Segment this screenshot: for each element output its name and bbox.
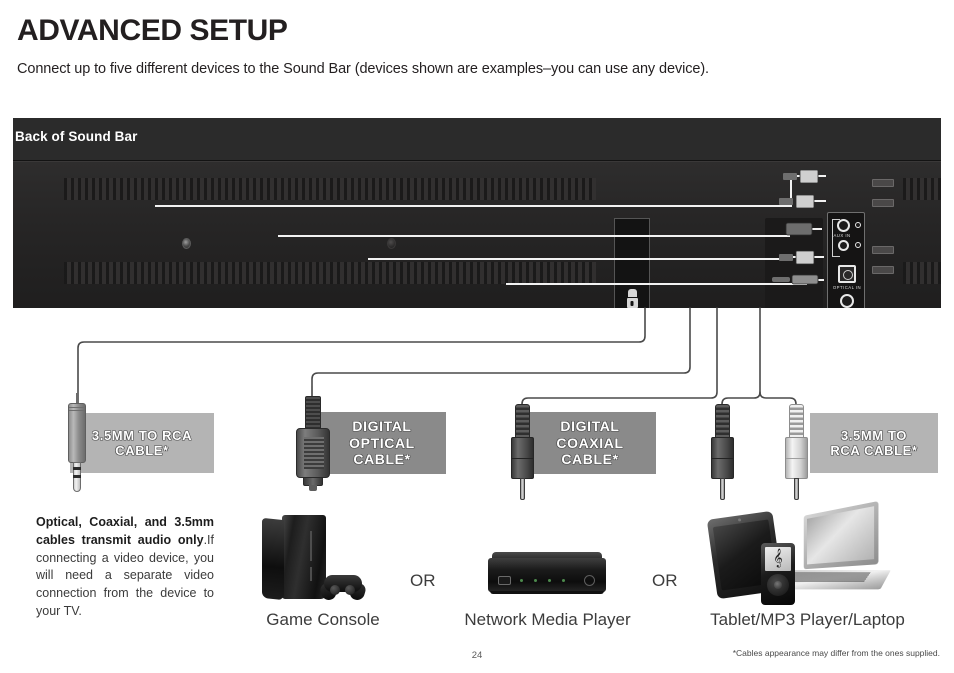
vent-grille-bottom-right bbox=[903, 262, 941, 284]
jack-optical-in bbox=[838, 265, 856, 283]
panel-header-bar: Back of Sound Bar bbox=[13, 118, 941, 161]
plug-toslink-optical bbox=[296, 386, 332, 494]
back-of-sound-bar-panel: Back of Sound Bar AC IN bbox=[13, 118, 941, 308]
cable-label-35mm-rca-right: 3.5MM TO RCA CABLE* bbox=[810, 413, 938, 473]
jack-aux-in-right-small bbox=[855, 242, 861, 248]
mp3-player-icon: 𝄞 bbox=[761, 543, 795, 605]
power-plug-icon bbox=[626, 289, 638, 308]
chip-line: CABLE* bbox=[353, 451, 411, 468]
vent-tab-1 bbox=[872, 179, 894, 187]
label-optical-in: OPTICAL IN bbox=[832, 285, 862, 290]
plug-35mm-trs-left bbox=[68, 393, 90, 495]
cable-label-digital-coaxial: DIGITAL COAXIAL CABLE* bbox=[524, 412, 656, 474]
plug-rca-right-light bbox=[785, 404, 809, 500]
page-intro-text: Connect up to five different devices to … bbox=[17, 61, 709, 77]
vent-tab-2 bbox=[872, 199, 894, 207]
jack-aux-in-left-small bbox=[855, 222, 861, 228]
vent-grille-top-left bbox=[64, 178, 596, 200]
sound-bar-body: AC IN AUX IN OPTICAL IN DIGITAL IN AUX I… bbox=[13, 161, 941, 308]
vent-grille-bottom-left bbox=[64, 262, 596, 284]
or-separator-1: OR bbox=[410, 571, 436, 590]
screw-icon-left bbox=[182, 238, 191, 249]
plug-rca-right-dark bbox=[711, 404, 735, 500]
chip-line: 3.5MM TO RCA bbox=[91, 427, 193, 443]
device-image-network-media-player bbox=[488, 552, 608, 598]
cables-footnote: *Cables appearance may differ from the o… bbox=[732, 648, 940, 658]
ac-in-recess: AC IN bbox=[614, 218, 650, 308]
cable-label-35mm-rca-left: 3.5MM TO RCA CABLE* bbox=[70, 413, 214, 473]
jack-digital-in bbox=[840, 294, 854, 308]
jack-aux-in-left bbox=[837, 219, 850, 232]
chip-line: DIGITAL bbox=[560, 418, 620, 435]
audio-only-note: Optical, Coaxial, and 3.5mm cables trans… bbox=[36, 514, 214, 621]
vent-grille-top-right bbox=[903, 178, 941, 200]
laptop-icon bbox=[803, 501, 879, 570]
chip-line: CABLE* bbox=[115, 443, 169, 458]
device-image-tablet-mp3-laptop: 𝄞 bbox=[706, 501, 892, 607]
chip-line: RCA CABLE* bbox=[830, 443, 918, 458]
chip-line: DIGITAL bbox=[352, 418, 412, 435]
connector-jack-plate: AUX IN OPTICAL IN DIGITAL IN AUX IN bbox=[827, 212, 865, 308]
device-caption-game-console: Game Console bbox=[266, 610, 380, 629]
panel-header-label: Back of Sound Bar bbox=[15, 129, 138, 144]
vent-tab-4 bbox=[872, 266, 894, 274]
cable-label-digital-optical: DIGITAL OPTICAL CABLE* bbox=[318, 412, 446, 474]
page-title: ADVANCED SETUP bbox=[17, 14, 288, 47]
device-caption-tablet-mp3-laptop: Tablet/MP3 Player/Laptop bbox=[710, 610, 905, 629]
device-caption-network-media-player: Network Media Player bbox=[464, 610, 631, 629]
chip-line: 3.5MM TO bbox=[841, 427, 907, 443]
vent-tab-3 bbox=[872, 246, 894, 254]
chip-line: COAXIAL bbox=[556, 434, 624, 451]
audio-only-note-bold: Optical, Coaxial, and 3.5mm cables trans… bbox=[36, 515, 214, 547]
label-aux-in: AUX IN bbox=[833, 233, 851, 238]
chip-line: CABLE* bbox=[561, 451, 619, 468]
or-separator-2: OR bbox=[652, 571, 678, 590]
chip-line: OPTICAL bbox=[349, 434, 415, 451]
device-image-game-console bbox=[262, 515, 382, 605]
connector-recess bbox=[765, 218, 823, 308]
plug-rca-coaxial bbox=[511, 404, 535, 500]
screw-icon-right bbox=[387, 238, 396, 249]
jack-aux-in-right bbox=[838, 240, 849, 251]
gamepad-icon bbox=[318, 573, 368, 602]
advanced-setup-page: ADVANCED SETUP Connect up to five differ… bbox=[0, 0, 954, 673]
